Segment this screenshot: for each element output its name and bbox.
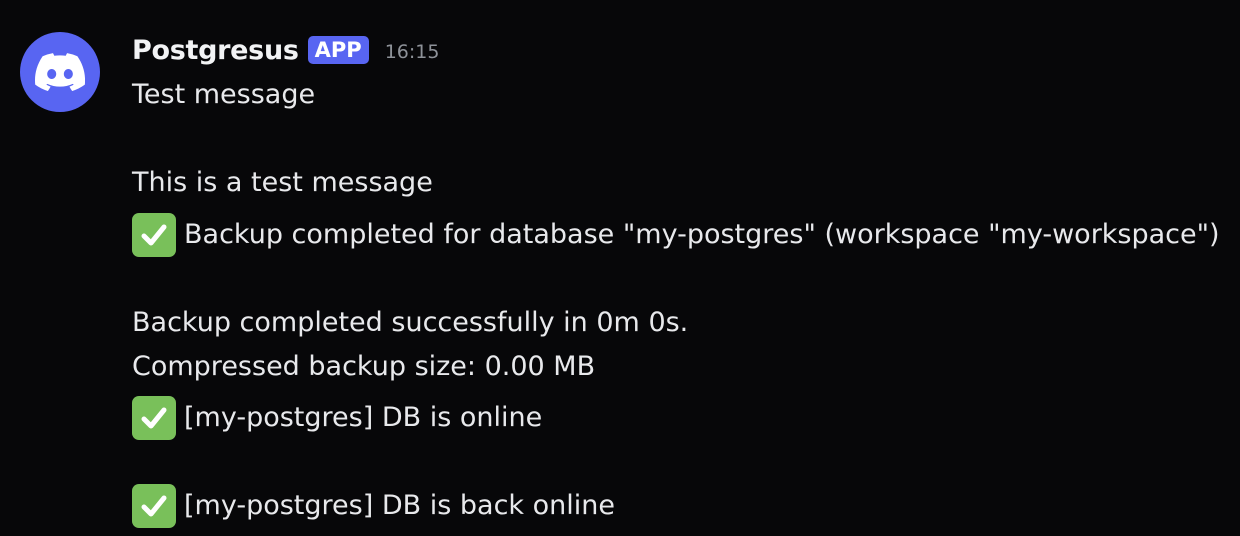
bot-avatar[interactable] [20,32,100,112]
message-line: [my-postgres] DB is back online [132,484,615,528]
message-text: Test message [132,79,316,110]
check-mark-icon [132,396,176,440]
author-name[interactable]: Postgresus [132,35,299,66]
message-text: Compressed backup size: 0.00 MB [132,351,596,382]
check-mark-icon [132,484,176,528]
message-text: [my-postgres] DB is back online [184,490,615,521]
message-text: This is a test message [132,167,433,198]
message-line: Backup completed for database "my-postgr… [132,213,1220,257]
message-line: This is a test message [132,161,433,205]
message-line: Backup completed successfully in 0m 0s. [132,301,688,345]
message-line: Compressed backup size: 0.00 MB [132,345,595,389]
message-text: [my-postgres] DB is online [184,402,543,433]
message-text: Backup completed successfully in 0m 0s. [132,307,689,338]
message-text: Backup completed for database "my-postgr… [184,219,1220,250]
message-line: [my-postgres] DB is online [132,396,542,440]
check-mark-icon [132,213,176,257]
discord-logo-icon [35,53,85,91]
message-line: Test message [132,73,315,117]
message-header: Postgresus APP 16:15 [132,30,439,70]
app-badge: APP [307,36,369,64]
message-timestamp[interactable]: 16:15 [385,37,440,63]
chat-message: Postgresus APP 16:15 Test message This i… [0,0,1240,536]
